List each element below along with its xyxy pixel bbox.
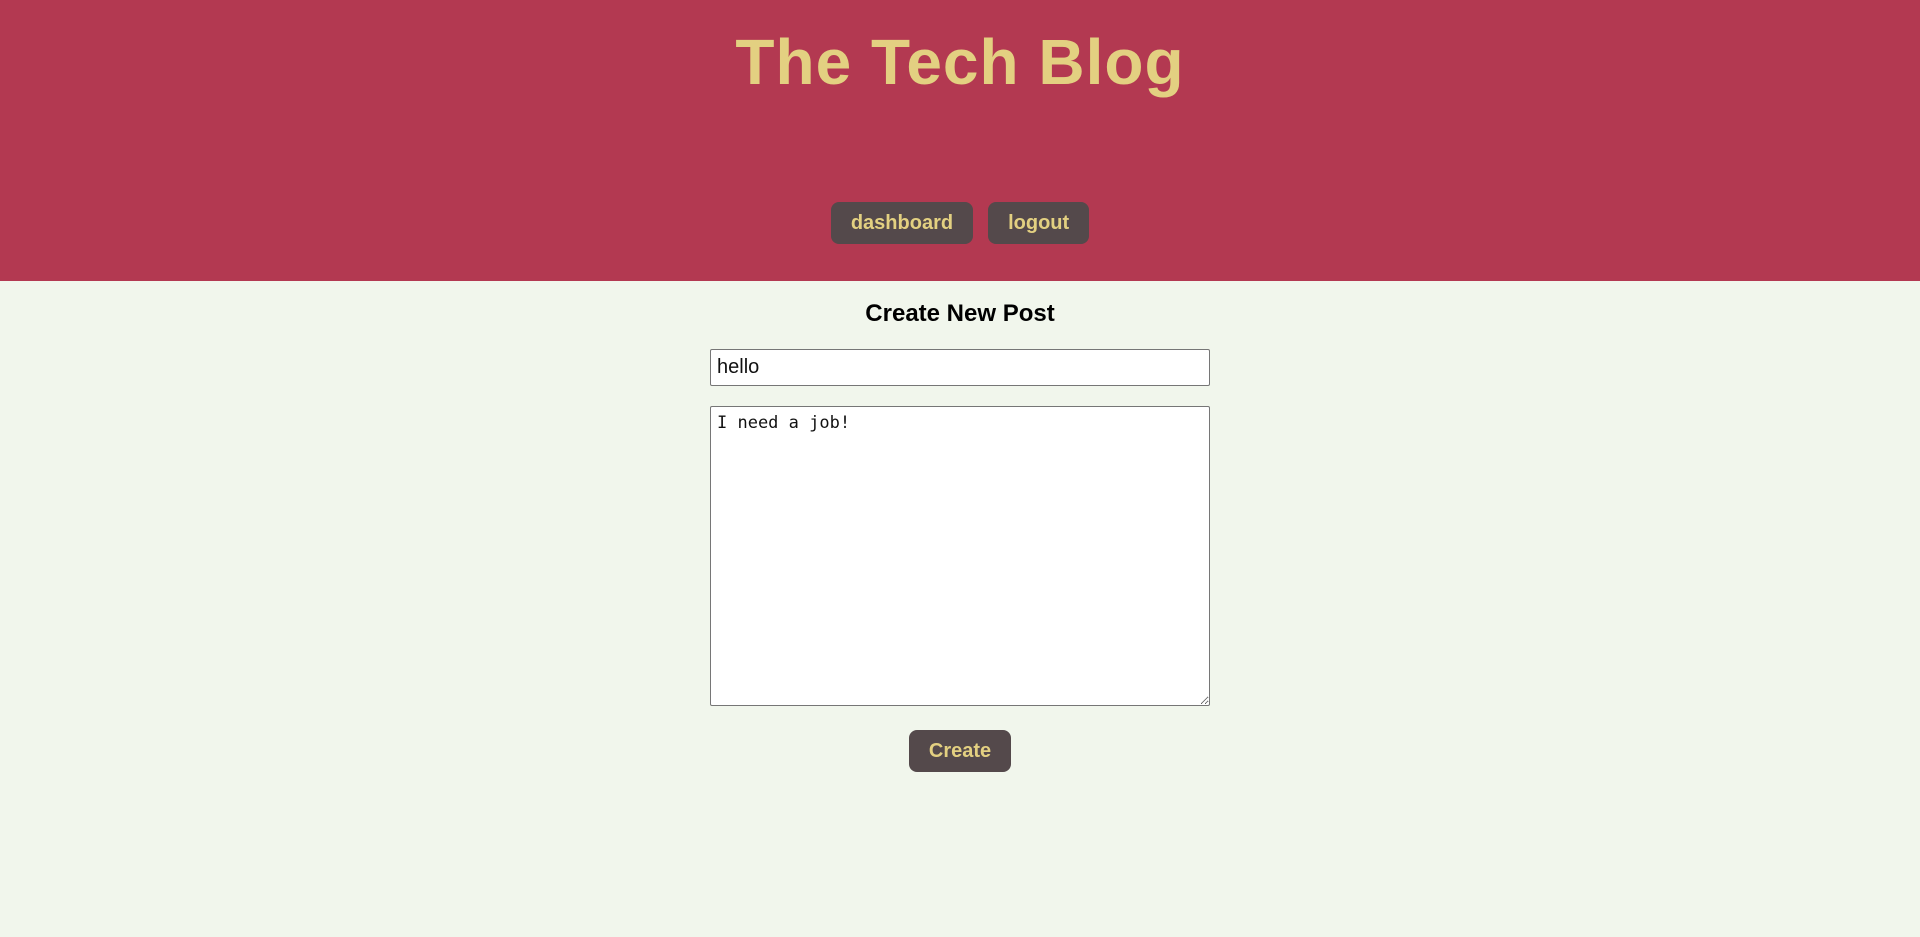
create-button[interactable]: Create [909, 730, 1011, 772]
dashboard-button[interactable]: dashboard [830, 202, 974, 244]
post-title-input[interactable] [710, 349, 1210, 386]
form-heading: Create New Post [865, 300, 1055, 327]
logout-button[interactable]: logout [988, 202, 1090, 244]
site-header: The Tech Blog dashboard logout [0, 0, 1920, 281]
site-title: The Tech Blog [735, 26, 1185, 98]
post-content-textarea[interactable]: I need a job! [710, 406, 1210, 706]
main-nav: dashboard logout [0, 202, 1920, 244]
